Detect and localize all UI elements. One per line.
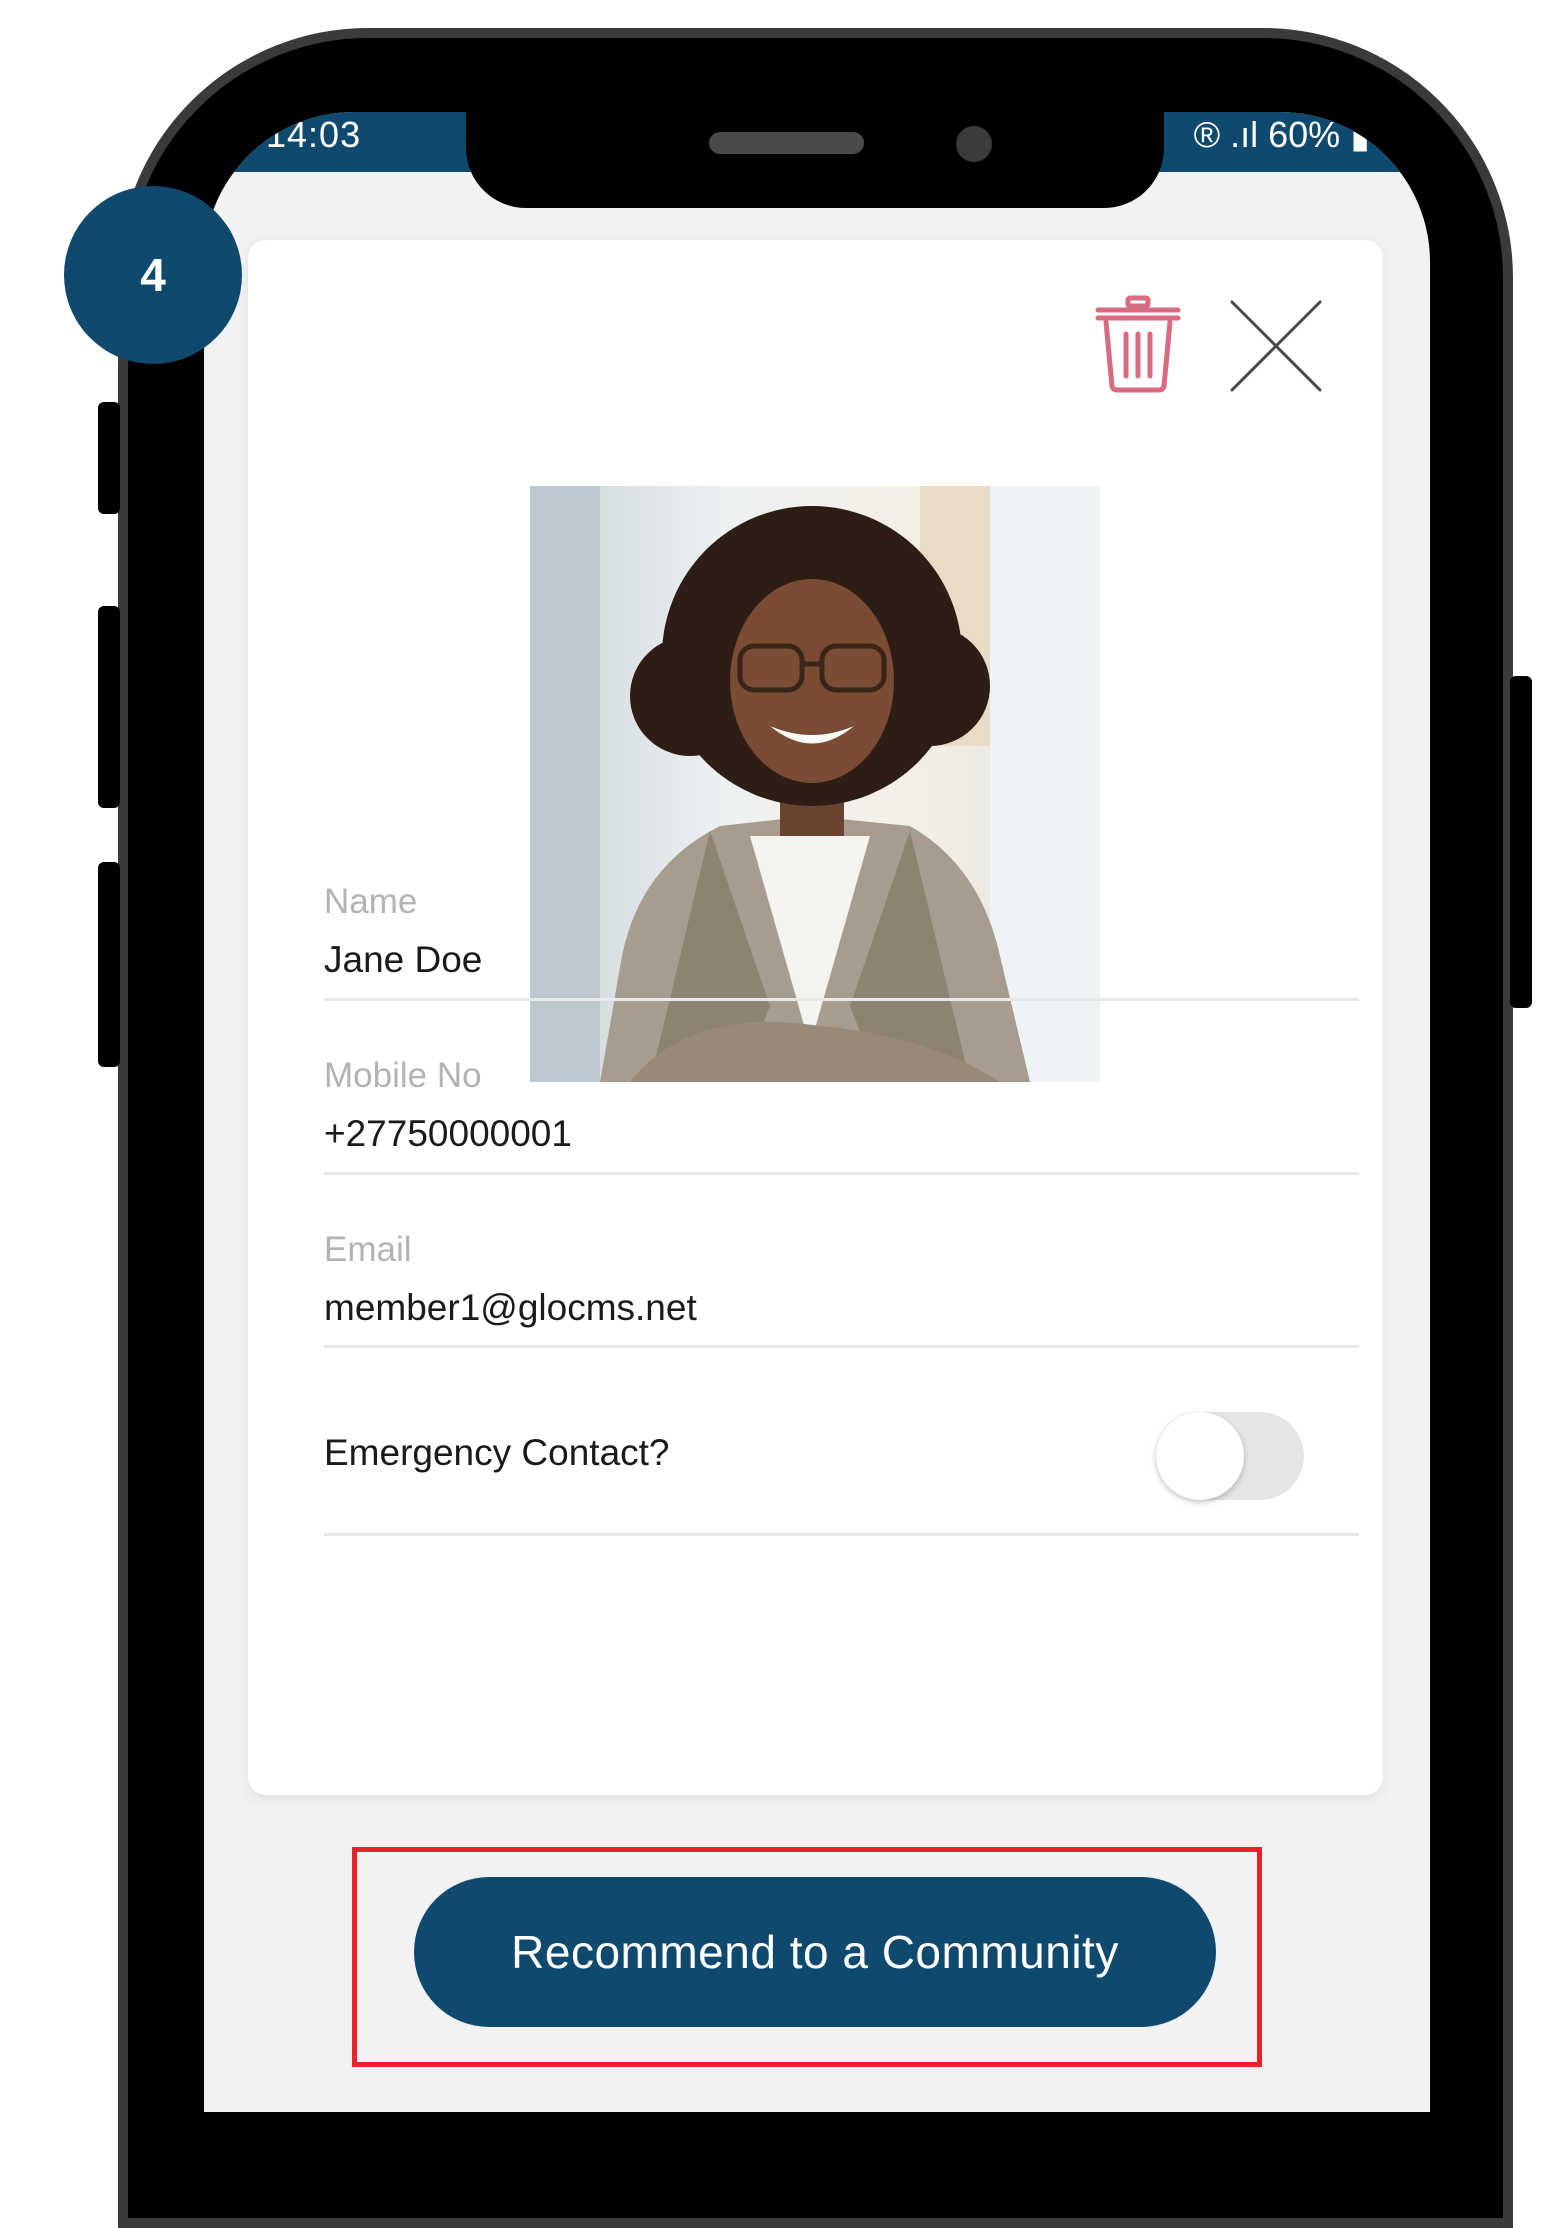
phone-side-button <box>98 402 120 514</box>
email-label: Email <box>324 1230 412 1269</box>
divider <box>324 998 1359 1001</box>
divider <box>324 1345 1359 1348</box>
phone-side-button <box>98 862 120 1067</box>
divider <box>324 1172 1359 1175</box>
member-detail-card: Name Jane Doe Mobile No +27750000001 Ema… <box>248 240 1383 1795</box>
emergency-contact-toggle[interactable] <box>1156 1412 1304 1500</box>
email-value: member1@glocms.net <box>324 1287 697 1328</box>
mobile-field: Mobile No +27750000001 <box>324 1054 1359 1158</box>
speaker-grille <box>709 132 864 154</box>
email-field: Email member1@glocms.net <box>324 1228 1359 1332</box>
close-icon <box>1230 300 1322 392</box>
divider <box>324 1533 1359 1536</box>
name-label: Name <box>324 882 418 921</box>
toggle-knob <box>1156 1412 1244 1500</box>
mobile-label: Mobile No <box>324 1056 482 1095</box>
status-time: 14:03 <box>266 114 362 155</box>
profile-photo-illustration <box>530 486 1100 1082</box>
emergency-contact-label: Emergency Contact? <box>324 1432 670 1473</box>
signal-icon: ® .ıl <box>1193 114 1259 155</box>
mobile-value: +27750000001 <box>324 1113 572 1154</box>
front-camera <box>956 126 992 162</box>
status-indicators: ® .ıl 60% ▮ <box>1194 114 1370 156</box>
step-number-badge: 4 <box>64 186 242 364</box>
close-button[interactable] <box>1228 298 1324 394</box>
name-field: Name Jane Doe <box>324 880 1359 984</box>
battery-level: 60% <box>1268 114 1341 155</box>
delete-button[interactable] <box>1090 292 1186 396</box>
profile-photo <box>530 486 1100 1082</box>
trash-icon <box>1095 295 1181 393</box>
phone-power-button <box>1510 676 1532 1008</box>
battery-icon: ▮ <box>1350 114 1370 155</box>
name-value: Jane Doe <box>324 939 483 980</box>
phone-notch <box>466 100 1164 208</box>
phone-side-button <box>98 606 120 808</box>
recommend-to-community-button[interactable]: Recommend to a Community <box>414 1877 1216 2027</box>
